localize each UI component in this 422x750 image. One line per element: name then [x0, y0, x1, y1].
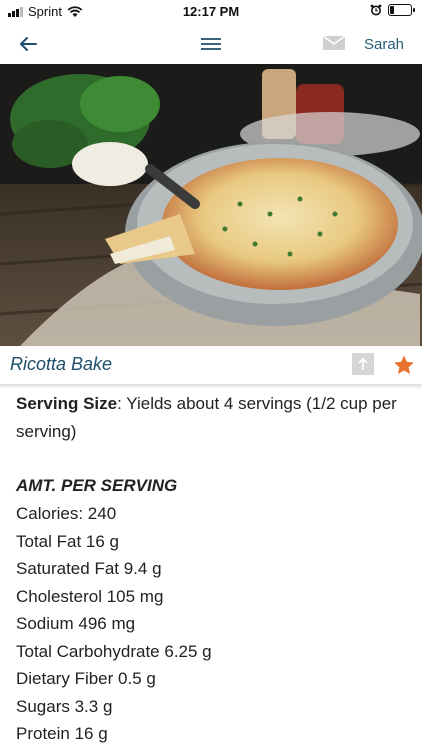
recipe-photo-illustration: [0, 64, 422, 346]
alarm-icon: [370, 4, 382, 16]
nutrient-cholesterol: Cholesterol 105 mg: [16, 586, 164, 606]
back-arrow-icon[interactable]: [14, 30, 42, 58]
nutrient-total-carbohydrate: Total Carbohydrate 6.25 g: [16, 641, 212, 661]
nutrient-calories: Calories: 240: [16, 504, 117, 523]
nutrition-list: Calories: 240 Total Fat 16 g Saturated F…: [16, 500, 412, 748]
nutrient-saturated-fat: Saturated Fat 9.4 g: [16, 559, 162, 578]
battery-icon: [388, 4, 415, 16]
recipe-title-bar: Ricotta Bake: [0, 346, 422, 385]
nutrient-sugars: Sugars 3.3 g: [16, 696, 113, 716]
nutrient-sodium: Sodium 496 mg: [16, 614, 136, 633]
nutrient-protein: Protein 16 g: [16, 724, 108, 743]
serving-size-label: Serving Size: [16, 394, 118, 413]
serving-size: Serving Size: Yields about 4 servings (1…: [16, 390, 412, 446]
nutrient-dietary-fiber: Dietary Fiber 0.5 g: [16, 669, 156, 688]
nutrient-total-fat: Total Fat 16 g: [16, 531, 120, 551]
nutrition-content: Serving Size: Yields about 4 servings (1…: [16, 390, 412, 748]
battery-level: [390, 6, 394, 14]
hamburger-menu-icon[interactable]: [198, 32, 224, 56]
amount-per-serving-heading: AMT. PER SERVING: [16, 476, 178, 495]
mail-icon[interactable]: [322, 34, 346, 52]
recipe-photo: [0, 64, 422, 346]
status-bar: Sprint 12:17 PM: [0, 0, 422, 24]
share-button[interactable]: [352, 353, 374, 375]
recipe-title: Ricotta Bake: [10, 354, 113, 374]
status-right: [370, 4, 415, 16]
user-name-link[interactable]: Sarah: [364, 36, 404, 53]
nav-bar: Sarah: [0, 24, 422, 64]
share-icon: [358, 357, 368, 370]
star-icon[interactable]: [392, 353, 416, 377]
status-time: 12:17 PM: [182, 4, 240, 19]
